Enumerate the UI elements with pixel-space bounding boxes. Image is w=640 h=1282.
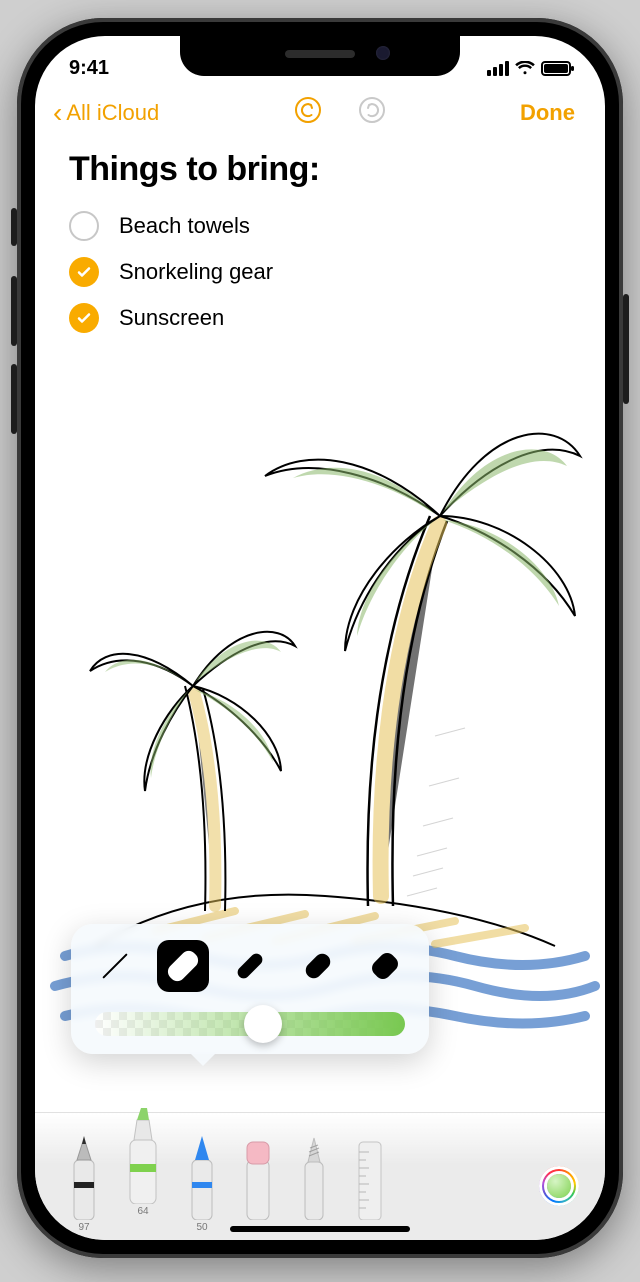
color-picker[interactable] (539, 1166, 579, 1206)
home-indicator[interactable] (230, 1226, 410, 1232)
tool-eraser[interactable] (235, 1132, 281, 1234)
tool-ruler[interactable] (347, 1132, 393, 1234)
tool-label: 64 (137, 1206, 148, 1218)
current-color-swatch (547, 1174, 571, 1198)
stroke-thickness-row (89, 940, 411, 992)
checklist-item-label: Sunscreen (119, 305, 224, 331)
wifi-icon (515, 61, 535, 75)
stroke-thin[interactable] (89, 940, 141, 992)
tool-tray: 97 64 50 (35, 1112, 605, 1240)
undo-button[interactable] (294, 96, 322, 130)
done-button[interactable]: Done (520, 100, 575, 126)
tool-marker[interactable]: 64 (117, 1106, 169, 1218)
checklist-item[interactable]: Sunscreen (69, 295, 571, 341)
tool-label: 97 (78, 1222, 89, 1234)
volume-up (11, 276, 17, 346)
checkbox-checked-icon[interactable] (69, 303, 99, 333)
stroke-popover (71, 924, 429, 1054)
battery-icon (541, 61, 571, 76)
stroke-level-3[interactable] (224, 940, 276, 992)
tool-label: 50 (196, 1222, 207, 1234)
slider-thumb[interactable] (244, 1005, 282, 1043)
nav-bar: ‹ All iCloud Done (35, 86, 605, 136)
chevron-left-icon: ‹ (53, 99, 62, 127)
redo-button (358, 96, 386, 130)
back-label: All iCloud (66, 100, 159, 126)
mute-switch (11, 208, 17, 246)
power-button (623, 294, 629, 404)
stroke-level-4[interactable] (292, 940, 344, 992)
checklist-item-label: Beach towels (119, 213, 250, 239)
checkbox-checked-icon[interactable] (69, 257, 99, 287)
status-time: 9:41 (69, 57, 109, 80)
screen: 9:41 ‹ All iCloud Do (35, 36, 605, 1240)
checklist-item-label: Snorkeling gear (119, 259, 273, 285)
checklist-item[interactable]: Snorkeling gear (69, 249, 571, 295)
volume-down (11, 364, 17, 434)
checklist-item[interactable]: Beach towels (69, 203, 571, 249)
stroke-level-5[interactable] (359, 940, 411, 992)
cellular-icon (487, 61, 509, 76)
note-title[interactable]: Things to bring: (69, 150, 571, 189)
tool-lasso[interactable] (291, 1132, 337, 1234)
checkbox-unchecked-icon[interactable] (69, 211, 99, 241)
back-button[interactable]: ‹ All iCloud (53, 99, 159, 127)
phone-frame: 9:41 ‹ All iCloud Do (17, 18, 623, 1258)
tool-pencil[interactable]: 50 (179, 1132, 225, 1234)
stroke-level-2[interactable] (157, 940, 209, 992)
tool-pen[interactable]: 97 (61, 1132, 107, 1234)
opacity-slider[interactable] (89, 1012, 411, 1036)
note-content: Things to bring: Beach towels Snorkeling… (35, 136, 605, 341)
notch (180, 36, 460, 76)
